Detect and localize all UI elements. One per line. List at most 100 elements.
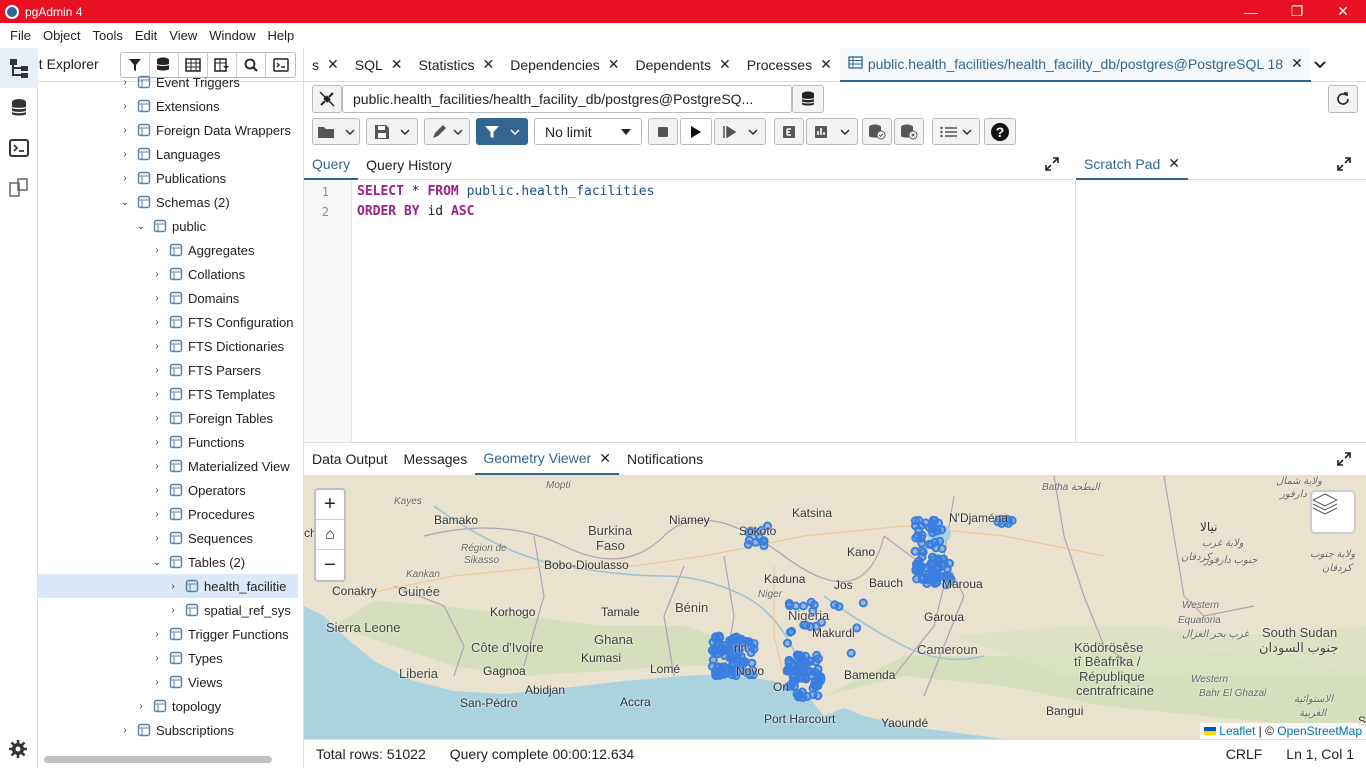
sql-editor[interactable]: 1 2 SELECT * FROM public.health_faciliti… bbox=[304, 180, 1076, 442]
tree-node[interactable]: › Collations bbox=[38, 262, 298, 286]
commit-button[interactable] bbox=[862, 118, 892, 145]
tree-node[interactable]: › Views bbox=[38, 670, 298, 694]
expand-chevron-icon[interactable]: › bbox=[118, 149, 132, 160]
tree-node[interactable]: › Aggregates bbox=[38, 238, 298, 262]
expand-chevron-icon[interactable]: › bbox=[150, 365, 164, 376]
facility-point[interactable] bbox=[806, 597, 816, 607]
tab-messages[interactable]: Messages bbox=[396, 443, 476, 475]
facility-point[interactable] bbox=[790, 660, 800, 670]
facility-point[interactable] bbox=[911, 533, 921, 543]
settings-gear-icon[interactable] bbox=[8, 739, 28, 762]
chevron-down-icon[interactable] bbox=[1314, 56, 1326, 72]
facility-point[interactable] bbox=[922, 563, 932, 573]
tree-node[interactable]: › FTS Configuration bbox=[38, 310, 298, 334]
expand-chevron-icon[interactable]: › bbox=[150, 269, 164, 280]
close-tab-icon[interactable]: ✕ bbox=[391, 56, 403, 73]
open-file-button[interactable] bbox=[312, 118, 360, 145]
menu-object[interactable]: Object bbox=[37, 28, 87, 43]
menu-file[interactable]: File bbox=[4, 28, 37, 43]
zoom-in-button[interactable]: + bbox=[316, 490, 344, 520]
tree-node[interactable]: › Sequences bbox=[38, 526, 298, 550]
expand-chevron-icon[interactable]: › bbox=[118, 125, 132, 136]
tab-sql[interactable]: SQL ✕ bbox=[347, 48, 411, 82]
tree-node[interactable]: › FTS Templates bbox=[38, 382, 298, 406]
tree-node[interactable]: › spatial_ref_sys bbox=[38, 598, 298, 622]
facility-point[interactable] bbox=[937, 544, 947, 554]
tab-data-output[interactable]: Data Output bbox=[304, 443, 396, 475]
facility-point[interactable] bbox=[810, 676, 820, 686]
tree-node[interactable]: › topology bbox=[38, 694, 298, 718]
object-explorer-nav-icon[interactable] bbox=[0, 48, 38, 88]
edit-button[interactable] bbox=[424, 118, 470, 145]
close-window-button[interactable]: ✕ bbox=[1320, 0, 1366, 23]
facility-point[interactable] bbox=[783, 638, 792, 648]
close-tab-icon[interactable]: ✕ bbox=[608, 56, 620, 73]
expand-chevron-icon[interactable]: › bbox=[166, 581, 180, 592]
tab-query-tool[interactable]: public.health_facilities/health_facility… bbox=[839, 47, 1311, 82]
tree-node[interactable]: › Domains bbox=[38, 286, 298, 310]
expand-chevron-icon[interactable]: › bbox=[150, 653, 164, 664]
macros-button[interactable] bbox=[932, 118, 980, 145]
facility-point[interactable] bbox=[784, 599, 794, 608]
restore-button[interactable]: ❐ bbox=[1274, 0, 1320, 23]
refresh-button[interactable] bbox=[1328, 85, 1358, 113]
terminal-nav-icon[interactable] bbox=[0, 128, 38, 168]
facility-point[interactable] bbox=[914, 565, 924, 574]
facility-point[interactable] bbox=[846, 648, 856, 658]
expand-chevron-icon[interactable]: › bbox=[150, 533, 164, 544]
tree-node[interactable]: › Foreign Tables bbox=[38, 406, 298, 430]
tab-notifications[interactable]: Notifications bbox=[619, 443, 711, 475]
facility-point[interactable] bbox=[916, 521, 926, 531]
connection-database-button[interactable] bbox=[792, 85, 824, 113]
close-tab-icon[interactable]: ✕ bbox=[599, 450, 611, 467]
facility-point[interactable] bbox=[812, 650, 822, 660]
expand-chevron-icon[interactable]: › bbox=[150, 413, 164, 424]
expand-chevron-icon[interactable]: › bbox=[150, 437, 164, 448]
minimize-button[interactable]: — bbox=[1228, 0, 1274, 23]
tree-node[interactable]: › Functions bbox=[38, 430, 298, 454]
save-file-button[interactable] bbox=[366, 118, 418, 145]
facility-point[interactable] bbox=[790, 672, 800, 682]
stop-button[interactable] bbox=[648, 118, 678, 145]
facility-point[interactable] bbox=[711, 634, 721, 644]
tab-dependents[interactable]: Dependents ✕ bbox=[627, 48, 738, 82]
tab-scratch-pad[interactable]: Scratch Pad ✕ bbox=[1076, 150, 1188, 180]
close-tab-icon[interactable]: ✕ bbox=[483, 56, 495, 73]
tree-node[interactable]: ⌄ public bbox=[38, 214, 298, 238]
tree-node[interactable]: › FTS Parsers bbox=[38, 358, 298, 382]
tree-node[interactable]: › Materialized View bbox=[38, 454, 298, 478]
code-area[interactable]: SELECT * FROM public.health_facilities O… bbox=[357, 182, 654, 222]
leaflet-link[interactable]: Leaflet bbox=[1219, 724, 1255, 738]
expand-chevron-icon[interactable]: › bbox=[150, 245, 164, 256]
facility-point[interactable] bbox=[830, 600, 840, 610]
layers-control[interactable] bbox=[1310, 490, 1356, 534]
facility-point[interactable] bbox=[932, 569, 942, 578]
facility-point[interactable] bbox=[923, 570, 933, 580]
close-tab-icon[interactable]: ✕ bbox=[1291, 55, 1303, 72]
tree-node[interactable]: › Foreign Data Wrappers bbox=[38, 118, 298, 142]
expand-chevron-icon[interactable]: › bbox=[150, 629, 164, 640]
facility-point[interactable] bbox=[794, 692, 803, 702]
menu-help[interactable]: Help bbox=[262, 28, 301, 43]
expand-chevron-icon[interactable]: › bbox=[118, 101, 132, 112]
connection-select[interactable]: public.health_facilities/health_facility… bbox=[342, 85, 792, 113]
facility-point[interactable] bbox=[746, 648, 756, 658]
zoom-out-button[interactable]: − bbox=[316, 550, 344, 580]
database-nav-icon[interactable] bbox=[0, 88, 38, 128]
facility-point[interactable] bbox=[715, 643, 725, 653]
expand-icon[interactable] bbox=[1336, 451, 1352, 470]
row-limit-select[interactable]: No limit bbox=[534, 118, 642, 145]
tab-geometry-viewer[interactable]: Geometry Viewer ✕ bbox=[475, 443, 619, 475]
expand-chevron-icon[interactable]: › bbox=[150, 509, 164, 520]
expand-chevron-icon[interactable]: ⌄ bbox=[134, 221, 148, 232]
tree-node[interactable]: ⌄ Schemas (2) bbox=[38, 190, 298, 214]
close-tab-icon[interactable]: ✕ bbox=[719, 56, 731, 73]
facility-point[interactable] bbox=[708, 655, 718, 665]
execute-button[interactable] bbox=[680, 118, 712, 145]
facility-point[interactable] bbox=[935, 536, 945, 546]
tab-statistics[interactable]: Statistics ✕ bbox=[410, 48, 502, 82]
tree-node[interactable]: › Types bbox=[38, 646, 298, 670]
expand-chevron-icon[interactable]: › bbox=[150, 317, 164, 328]
expand-chevron-icon[interactable]: › bbox=[150, 677, 164, 688]
tab-query-history[interactable]: Query History bbox=[358, 150, 460, 180]
